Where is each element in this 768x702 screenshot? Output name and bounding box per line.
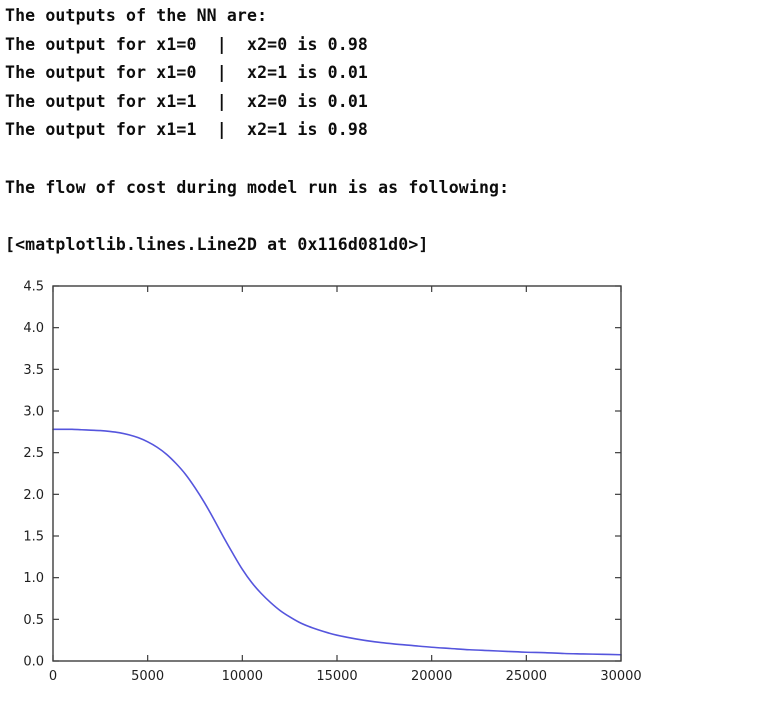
y-tick-label: 1.5: [23, 530, 44, 545]
console-line-4: The output for x1=1 | x2=1 is 0.98: [5, 120, 369, 140]
x-tick-label: 10000: [222, 669, 263, 684]
y-tick-label: 3.5: [23, 363, 44, 378]
y-tick-label: 1.0: [23, 571, 44, 586]
matplotlib-repr-output: [<matplotlib.lines.Line2D at 0x116d081d0…: [5, 234, 429, 254]
y-tick-label: 3.0: [23, 405, 44, 420]
y-tick-label: 4.0: [23, 321, 44, 336]
x-tick-label: 0: [49, 669, 57, 684]
console-line-3: The output for x1=1 | x2=0 is 0.01: [5, 91, 369, 111]
y-tick-label: 2.5: [23, 446, 44, 461]
console-line-0: The outputs of the NN are:: [5, 6, 268, 25]
x-tick-label: 5000: [131, 669, 164, 684]
y-tick-label: 2.0: [23, 488, 44, 503]
y-tick-label: 0.0: [23, 655, 44, 670]
x-tick-label: 30000: [600, 669, 641, 684]
console-line-blank-2: [5, 202, 745, 231]
cost-flow-chart: 0.0 0.5 1.0 1.5 2.0 2.5 3.0 3.5 4.0 4.5 0 5000 1000…: [0, 268, 700, 698]
x-tick-label: 25000: [506, 669, 547, 684]
x-tick-label: 20000: [411, 669, 452, 684]
y-tick-label: 0.5: [23, 613, 44, 628]
plot-background: [53, 286, 621, 661]
console-line-2: The output for x1=0 | x2=1 is 0.01: [5, 63, 369, 83]
console-line-1: The output for x1=0 | x2=0 is 0.98: [5, 34, 369, 54]
chart-canvas: 0.0 0.5 1.0 1.5 2.0 2.5 3.0 3.5 4.0 4.5 0 5000 1000…: [23, 280, 641, 685]
console-line-6: The flow of cost during model run is as …: [5, 177, 510, 197]
console-output: The outputs of the NN are: The output fo…: [5, 2, 745, 259]
x-tick-label: 15000: [316, 669, 357, 684]
y-tick-label: 4.5: [23, 280, 44, 295]
